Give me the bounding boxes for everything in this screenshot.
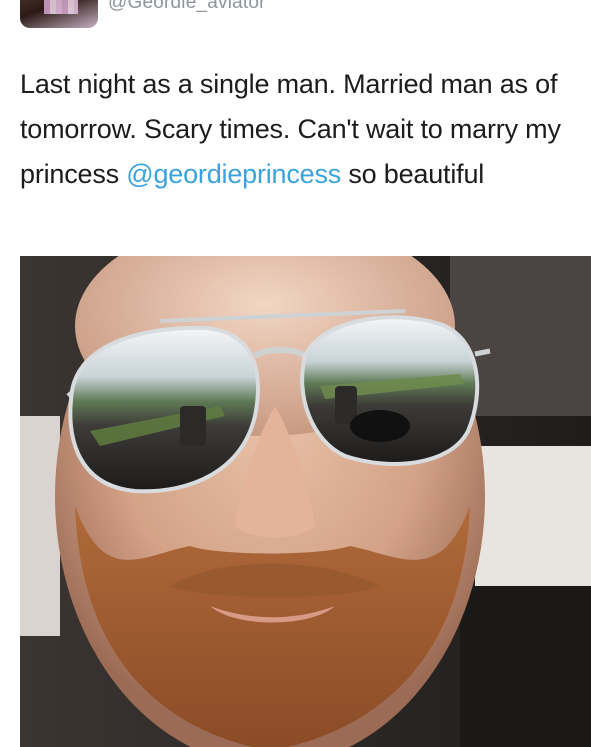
user-handle[interactable]: @Geordie_aviator [108, 0, 266, 14]
avatar[interactable] [20, 0, 98, 28]
avatar-blur [44, 0, 78, 14]
selfie-image [20, 256, 591, 747]
tweet-text-part-3: so beautiful [341, 159, 485, 189]
tweet-text: Last night as a single man. Married man … [20, 62, 580, 197]
tweet-card: @Geordie_aviator Last night as a single … [0, 0, 591, 747]
tweet-photo[interactable] [20, 256, 591, 747]
tweet-header: @Geordie_aviator [0, 0, 591, 36]
mention-link[interactable]: @geordieprincess [126, 159, 341, 189]
